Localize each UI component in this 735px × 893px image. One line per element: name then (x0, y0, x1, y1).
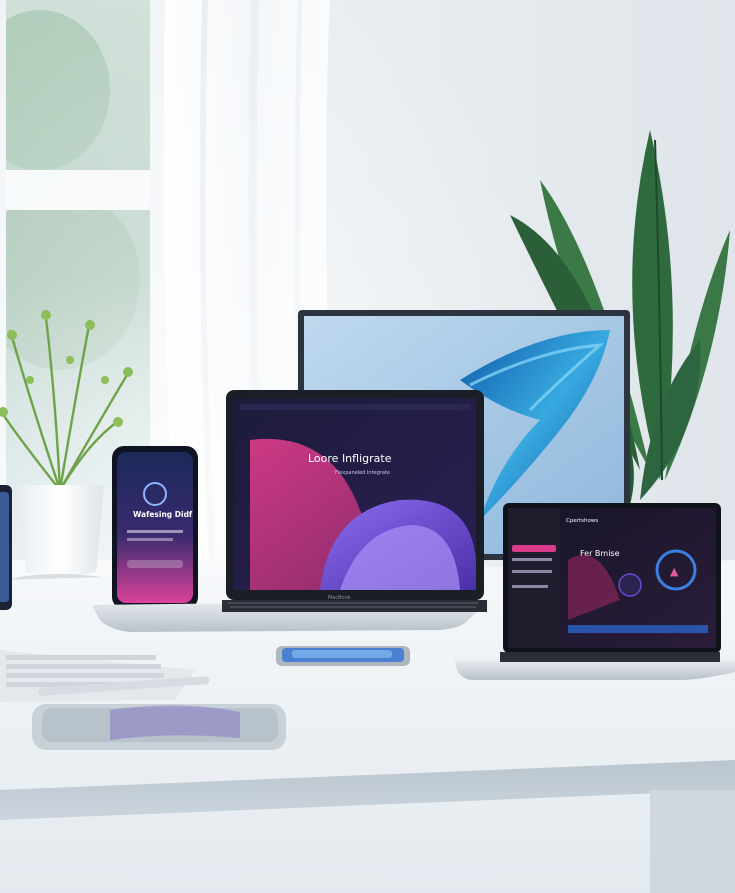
smartphone-left: Wafesing Didf (112, 446, 198, 609)
svg-text:▲: ▲ (670, 565, 679, 578)
phone-flat-foreground (32, 704, 286, 750)
workspace-scene: Wafesing Didf Loore Infligrate Flexpanel… (0, 0, 735, 893)
phone-flat-center (276, 646, 410, 666)
app-title: Cpertshows (566, 518, 598, 524)
laptop-brand: MacBook (328, 595, 351, 601)
scene-illustration: Wafesing Didf Loore Infligrate Flexpanel… (0, 0, 735, 893)
phone-headline: Wafesing Didf (133, 510, 193, 519)
laptop-headline: Loore Infligrate (308, 452, 392, 465)
laptop-subhead: Flexpaneled Integrate (335, 470, 390, 476)
left-edge-phone (0, 485, 12, 610)
